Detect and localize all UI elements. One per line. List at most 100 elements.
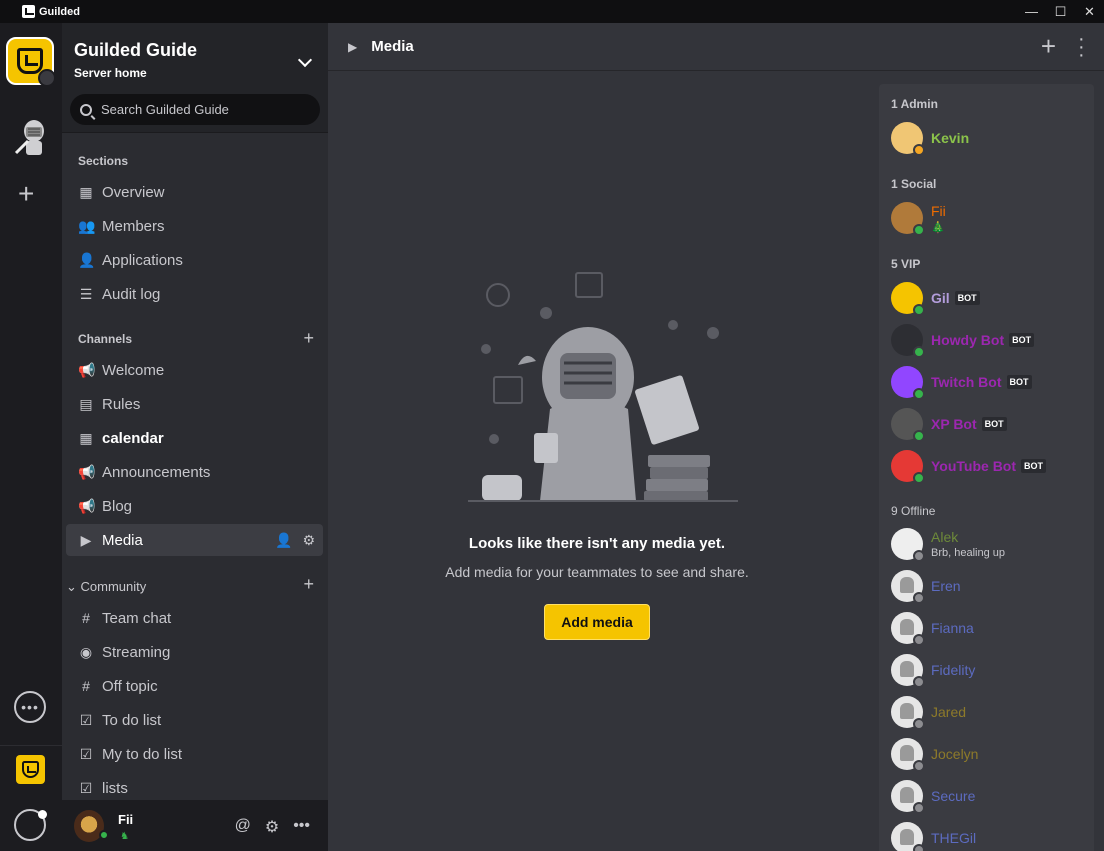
title-bar: Guilded — ☐ ✕ (0, 0, 1104, 23)
sidebar-item-label: Applications (102, 251, 183, 269)
member-row[interactable]: YouTube Bot BOT (891, 447, 1091, 485)
sidebar-item-label: Members (102, 217, 165, 235)
member-name: Howdy Bot (931, 332, 1005, 348)
avatar (891, 780, 925, 814)
member-name: Eren (931, 578, 961, 594)
member-name: Gil (931, 290, 950, 306)
sidebar-item-announcements[interactable]: 📢 Announcements (66, 456, 323, 488)
channel-actions: 👤 ⚙ (275, 532, 315, 549)
sidebar-item-rules[interactable]: ▤ Rules (66, 388, 323, 420)
member-row[interactable]: Eren (891, 567, 1091, 605)
add-user-icon: 👤 (78, 251, 96, 268)
more-icon[interactable]: ••• (293, 817, 310, 837)
avatar (891, 612, 925, 646)
chevron-down-icon[interactable] (297, 52, 313, 68)
media-icon: ▶ (80, 531, 92, 548)
sidebar-item-applications[interactable]: 👤 Applications (66, 244, 323, 276)
sidebar-item-to-do-list[interactable]: ☑ To do list (66, 704, 323, 736)
sidebar-item-overview[interactable]: ▦ Overview (66, 176, 323, 208)
add-server-icon[interactable]: + (18, 180, 34, 208)
member-row[interactable]: Fianna (891, 609, 1091, 647)
sidebar-item-off-topic[interactable]: # Off topic (66, 670, 323, 702)
members-icon: 👥 (78, 217, 96, 234)
minimize-button[interactable]: — (1017, 0, 1046, 23)
sidebar-item-calendar[interactable]: ▦ calendar (66, 422, 323, 454)
member-row[interactable]: Fidelity (891, 651, 1091, 689)
status-dot (913, 718, 925, 730)
avatar (891, 654, 925, 688)
direct-messages-icon[interactable]: ••• (14, 691, 46, 723)
status-dot (913, 634, 925, 646)
chevron-down-icon: ⌄ (66, 579, 81, 594)
status-dot (913, 224, 925, 236)
sidebar-item-label: Announcements (102, 463, 211, 481)
bot-badge: BOT (954, 291, 980, 305)
close-button[interactable]: ✕ (1075, 0, 1104, 23)
server-header: Guilded Guide Server home (62, 23, 328, 133)
notification-dot (38, 810, 47, 819)
member-row[interactable]: Alek Brb, healing up (891, 525, 1091, 563)
status-dot (913, 844, 925, 851)
member-status-text: Brb, healing up (931, 547, 1005, 559)
bot-badge: BOT (1006, 375, 1032, 389)
sidebar-item-label: Rules (102, 395, 141, 413)
member-name: Jocelyn (931, 746, 979, 762)
more-vertical-icon[interactable]: · · · (1078, 29, 1085, 65)
avatar (891, 408, 925, 442)
status-dot (913, 760, 925, 772)
add-media-button[interactable]: Add media (544, 604, 650, 640)
member-row[interactable]: Secure (891, 777, 1091, 815)
add-channel-icon[interactable]: + (303, 574, 314, 595)
gear-icon[interactable]: ⚙ (302, 532, 315, 549)
maximize-button[interactable]: ☐ (1046, 0, 1075, 23)
mention-icon[interactable]: @ (235, 817, 251, 837)
empty-state-title: Looks like there isn't any media yet. (468, 535, 726, 552)
avatar (891, 450, 925, 484)
sidebar-item-my-to-do-list[interactable]: ☑ My to do list (66, 738, 323, 770)
sidebar-item-blog[interactable]: 📢 Blog (66, 490, 323, 522)
member-list: 1 Admin Kevin 1 Social Fii 🎄 5 VIP Gil BO… (879, 84, 1094, 851)
member-row[interactable]: Twitch Bot BOT (891, 363, 1091, 401)
member-row[interactable]: XP Bot BOT (891, 405, 1091, 443)
checkbox-icon: ☑ (79, 779, 93, 796)
sidebar-item-audit-log[interactable]: ☰ Audit log (66, 278, 323, 310)
gear-icon[interactable]: ⚙ (265, 817, 279, 837)
server-badge (38, 69, 56, 87)
sidebar-item-label: Welcome (102, 361, 165, 379)
member-row[interactable]: Jocelyn (891, 735, 1091, 773)
add-channel-icon[interactable]: + (303, 328, 314, 349)
member-row[interactable]: Howdy Bot BOT (891, 321, 1091, 359)
document-icon: ▤ (79, 395, 93, 412)
member-row[interactable]: Kevin (891, 119, 1091, 157)
header-actions: + · · · (866, 23, 1104, 71)
bot-badge: BOT (1009, 333, 1035, 347)
knight-server-icon[interactable] (12, 117, 50, 157)
search-bar[interactable] (70, 94, 320, 125)
guilded-logo-icon (22, 5, 35, 18)
member-row[interactable]: Fii 🎄 (891, 199, 1091, 237)
member-row[interactable]: Gil BOT (891, 279, 1091, 317)
member-row[interactable]: Jared (891, 693, 1091, 731)
sidebar-item-members[interactable]: 👥 Members (66, 210, 323, 242)
status-dot (913, 430, 925, 442)
plus-icon[interactable]: + (1041, 31, 1056, 62)
sidebar-item-label: Team chat (102, 609, 172, 627)
sidebar-item-welcome[interactable]: 📢 Welcome (66, 354, 323, 386)
avatar (891, 696, 925, 730)
search-input[interactable] (101, 102, 301, 117)
guilded-home-icon[interactable] (16, 755, 45, 784)
community-category[interactable]: ⌄ Community (66, 579, 146, 595)
megaphone-icon: 📢 (78, 361, 96, 378)
sidebar-item-media[interactable]: ▶ Media 👤 ⚙ (66, 524, 323, 556)
server-icon-guilded-guide[interactable] (6, 37, 56, 87)
megaphone-icon: 📢 (78, 497, 96, 514)
sidebar-item-streaming[interactable]: ◉ Streaming (66, 636, 323, 668)
sidebar-item-team-chat[interactable]: # Team chat (66, 602, 323, 634)
server-name[interactable]: Guilded Guide (74, 40, 197, 61)
community-label: Community (80, 579, 147, 594)
member-row[interactable]: THEGil (891, 819, 1091, 851)
invite-user-icon[interactable]: 👤 (275, 532, 292, 549)
user-actions: @ ⚙ ••• (235, 817, 310, 837)
sidebar-item-label: Streaming (102, 643, 171, 661)
sidebar-item-label: Overview (102, 183, 165, 201)
